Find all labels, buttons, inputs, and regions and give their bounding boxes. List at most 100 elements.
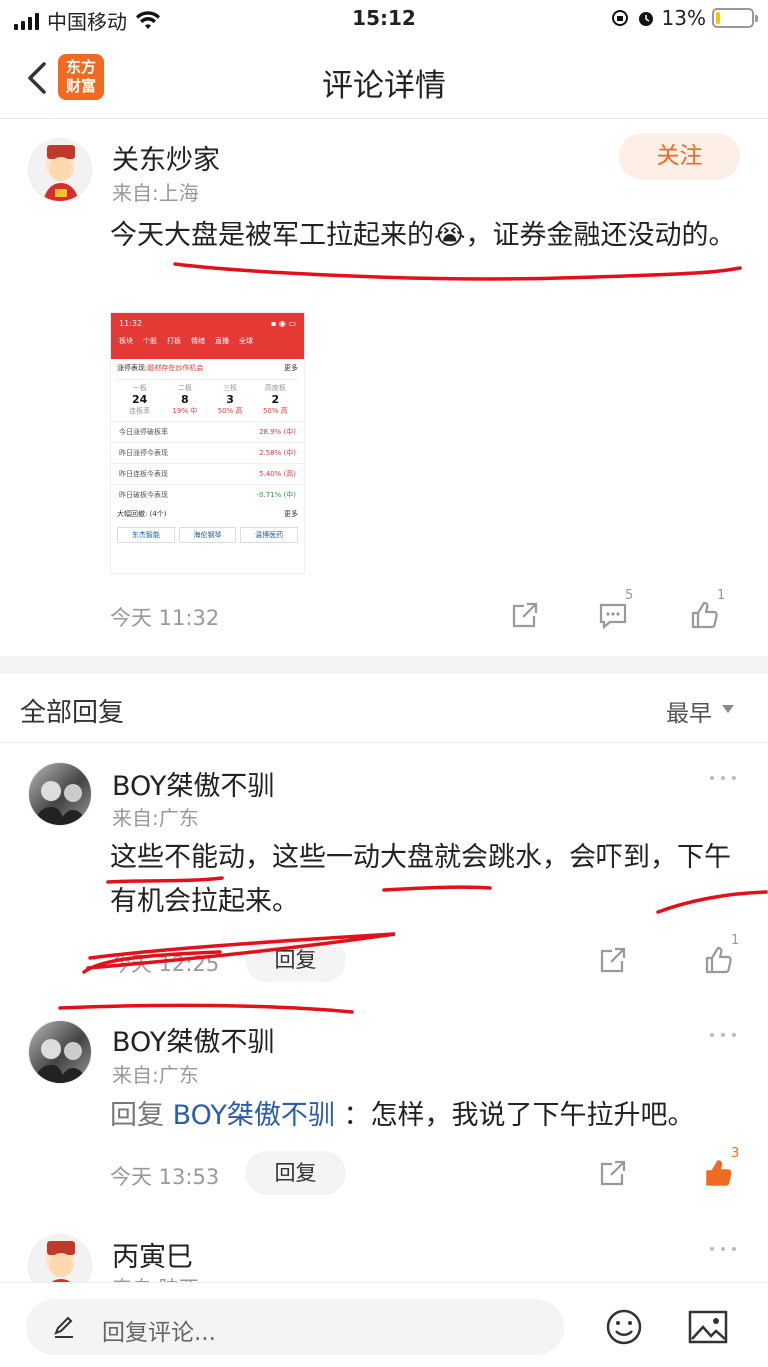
preview-stat-label: 今日涨停破板率 (119, 428, 168, 436)
preview-grid-value: 2 (271, 393, 280, 406)
reply-input-placeholder: 回复评论... (102, 1320, 216, 1346)
preview-grid-cell: 二板 8 19% 中 (162, 380, 207, 419)
preview-grid-label: 二板 (177, 384, 192, 392)
post-image[interactable]: 11:32 ▪ ◉ ▭ 板块 个股 打板 情绪 直播 全球 涨停表现:题材存在炒作机会 更多 … (110, 312, 305, 574)
reply-1-reply-button[interactable]: 回复 (245, 938, 346, 982)
preview-grid-value: 3 (226, 393, 234, 406)
reply-to-user-link[interactable]: BOY桀傲不驯 (173, 1100, 335, 1131)
rotation-lock-icon (611, 10, 628, 26)
reply-1-like-count: 1 (731, 933, 740, 948)
status-right: 13% (610, 6, 758, 30)
nav-bar: 东方 财富 评论详情 (0, 44, 768, 116)
battery-percent: 13% (661, 6, 706, 30)
image-icon[interactable] (688, 1309, 728, 1345)
more-options-icon[interactable] (710, 1245, 740, 1253)
share-icon[interactable] (598, 1158, 628, 1188)
pencil-icon (54, 1316, 73, 1338)
preview-stock-tag: 温博医药 (240, 527, 299, 543)
reply-2-body: 怎样，我说了下午拉升吧。 (370, 1100, 695, 1131)
reply-1-time: 今天 12:25 (110, 952, 220, 976)
preview-stat-row: 昨日涨停今表现 2.58% (中) (111, 442, 304, 463)
preview-grid-value: 24 (131, 393, 148, 406)
like-count: 1 (717, 588, 726, 603)
replies-header-divider (0, 742, 768, 743)
reply-2-text: 回复 BOY桀傲不驯 ：怎样，我说了下午拉升吧。 (110, 1094, 750, 1138)
section-divider (0, 656, 768, 674)
preview-status: ▪ ◉ ▭ (270, 319, 296, 328)
reply-input[interactable]: 回复评论... (26, 1299, 564, 1355)
preview-section-2: 大幅回撤: (4个) 更多 (117, 510, 298, 518)
portrait-avatar-icon (33, 1039, 87, 1083)
reply-1-author[interactable]: BOY桀傲不驯 (112, 764, 274, 803)
more-options-icon[interactable] (710, 1031, 740, 1039)
preview-stat-row: 昨日破板今表现 -0.71% (中) (111, 484, 304, 505)
preview-stock-tag: 东杰智能 (117, 527, 175, 543)
preview-stat-label: 昨日连板今表现 (119, 470, 168, 478)
reply-3-author[interactable]: 丙寅巳 (112, 1235, 193, 1274)
reply-1-avatar[interactable] (28, 762, 92, 826)
preview-grid-label: 高度板 (264, 384, 286, 392)
preview-rows: 今日涨停破板率 28.9% (中) 昨日涨停今表现 2.58% (中) 昨日连板今表现 5… (111, 421, 304, 505)
preview-stock-tags: 东杰智能 海伦钢琴 温博医药 (111, 523, 304, 547)
preview-stat-value: -0.71% (中) (256, 491, 296, 499)
comment-icon[interactable] (598, 602, 628, 630)
post-author-name[interactable]: 关东炒家 (112, 138, 220, 177)
preview-grid: 一板 24 连板率 二板 8 19% 中三板 3 50% 高高度板 2 50% 高 (117, 379, 298, 419)
bottom-bar: 回复评论... (0, 1282, 768, 1367)
preview-grid-sub: 连板率 (129, 407, 151, 415)
preview-tab: 个股 (143, 337, 157, 345)
more-options-icon[interactable] (710, 774, 740, 782)
preview-header: 11:32 ▪ ◉ ▭ 板块 个股 打板 情绪 直播 全球 (111, 313, 304, 359)
like-icon[interactable] (690, 600, 720, 630)
follow-button[interactable]: 关注 (619, 133, 740, 180)
preview-stat-value: 5.40% (高) (259, 470, 296, 478)
page-title: 评论详情 (322, 68, 446, 104)
preview-section-1: 涨停表现:题材存在炒作机会 更多 (117, 364, 298, 372)
reply-2-time: 今天 13:53 (110, 1165, 220, 1189)
share-icon[interactable] (598, 945, 628, 975)
preview-grid-cell: 高度板 2 50% 高 (253, 380, 298, 419)
preview-grid-label: 三板 (223, 384, 238, 392)
reply-2-location: 来自:广东 (112, 1063, 199, 1087)
post-time: 今天 11:32 (110, 606, 220, 630)
like-icon[interactable] (704, 945, 734, 975)
battery-fill (716, 12, 721, 24)
fortune-god-avatar-icon (43, 145, 79, 201)
sort-dropdown[interactable]: 最早 (666, 694, 712, 728)
reply-1-text: 这些不能动，这些一动大盘就会跳水，会吓到，下午有机会拉起来。 (110, 842, 731, 917)
chevron-down-icon[interactable] (722, 705, 734, 713)
post-text: 今天大盘是被军工拉起来的😭，证券金融还没动的。 (110, 220, 736, 251)
reply-1-location: 来自:广东 (112, 806, 199, 830)
status-bar: 中国移动 15:12 13% (0, 0, 768, 40)
preview-grid-label: 一板 (132, 384, 147, 392)
emoji-icon[interactable] (604, 1307, 644, 1347)
reply-2-reply-button[interactable]: 回复 (245, 1151, 346, 1195)
preview-stat-label: 昨日破板今表现 (119, 491, 168, 499)
preview-stat-row: 今日涨停破板率 28.9% (中) (111, 421, 304, 442)
reply-separator: ： (343, 1100, 371, 1131)
nav-divider (0, 118, 768, 119)
portrait-avatar-icon (33, 781, 87, 825)
preview-grid-cell: 一板 24 连板率 (117, 380, 162, 419)
reply-2-like-count: 3 (731, 1146, 740, 1161)
battery-icon (712, 8, 758, 28)
preview-tab: 全球 (239, 337, 253, 345)
alarm-icon (638, 12, 653, 26)
preview-tab: 板块 (119, 337, 133, 345)
share-icon[interactable] (510, 600, 540, 630)
all-replies-title: 全部回复 (20, 698, 125, 728)
preview-tabs: 板块 个股 打板 情绪 直播 全球 (111, 328, 304, 346)
reply-2-avatar[interactable] (28, 1020, 92, 1084)
preview-grid-cell: 三板 3 50% 高 (208, 380, 253, 419)
preview-tab: 打板 (167, 337, 181, 345)
preview-tab: 直播 (215, 337, 229, 345)
post-author-avatar[interactable] (28, 138, 92, 202)
like-active-icon[interactable] (704, 1158, 734, 1188)
preview-grid-sub: 19% 中 (172, 407, 198, 415)
preview-stat-label: 昨日涨停今表现 (119, 449, 168, 457)
post-location: 来自:上海 (112, 181, 199, 205)
preview-grid-sub: 50% 高 (217, 407, 243, 415)
preview-stat-value: 28.9% (中) (259, 428, 296, 436)
comment-count: 5 (625, 588, 634, 603)
reply-2-author[interactable]: BOY桀傲不驯 (112, 1020, 274, 1059)
